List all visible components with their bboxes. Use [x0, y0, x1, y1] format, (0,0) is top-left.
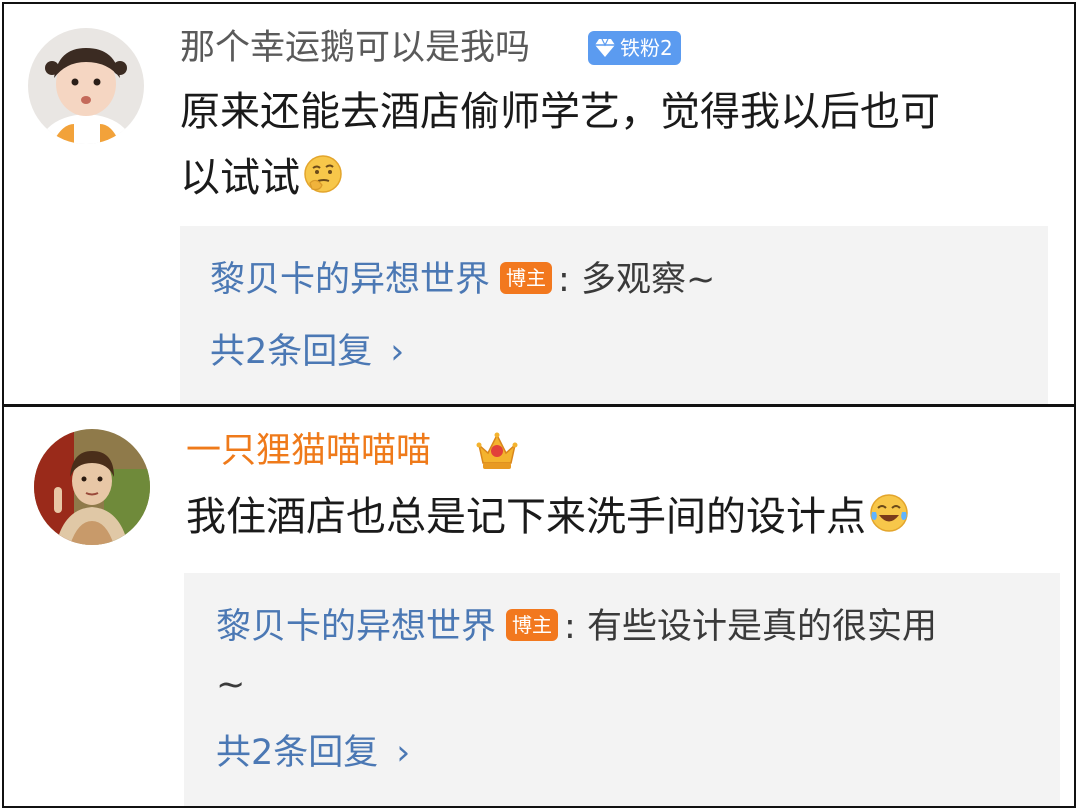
fan-level-badge[interactable]: 铁粉2 — [588, 31, 681, 65]
blogger-badge: 博主 — [500, 262, 553, 294]
chevron-right-icon: › — [390, 332, 405, 372]
reply-count-label: 共2条回复 — [216, 733, 379, 773]
comment-card-1: 那个幸运鹅可以是我吗 铁粉2 原来还能去酒店偷师学艺，觉得我以后也可 以试试 黎… — [2, 2, 1076, 406]
blogger-badge: 博主 — [506, 609, 559, 641]
tears-of-joy-emoji — [868, 491, 910, 552]
reply-preview-box[interactable]: 黎贝卡的异想世界 博主: 多观察~ 共2条回复 › — [180, 226, 1048, 404]
thinking-face-emoji — [302, 152, 344, 213]
diamond-icon — [595, 38, 615, 57]
fan-badge-label: 铁粉2 — [620, 36, 673, 60]
reply-text: 有些设计是真的很实用 — [586, 607, 937, 647]
reply-text-continued: ~ — [216, 665, 246, 705]
reply-author[interactable]: 黎贝卡的异想世界 — [210, 260, 490, 300]
reply-line: 黎贝卡的异想世界 博主: 有些设计是真的很实用 — [216, 603, 937, 651]
reply-text: 多观察~ — [580, 260, 716, 300]
view-replies-link[interactable]: 共2条回复 › — [216, 729, 410, 777]
comment-text-line: 原来还能去酒店偷师学艺，觉得我以后也可 — [180, 89, 940, 135]
avatar-user-2[interactable] — [34, 429, 150, 545]
comment-text-line: 我住酒店也总是记下来洗手间的设计点 — [186, 487, 910, 552]
avatar-user-1[interactable] — [28, 28, 144, 144]
comment-text-tail: 以试试 — [180, 155, 300, 201]
crown-icon[interactable] — [474, 427, 520, 477]
reply-separator: : — [558, 260, 570, 300]
reply-preview-box[interactable]: 黎贝卡的异想世界 博主: 有些设计是真的很实用 ~ 共2条回复 › — [184, 573, 1060, 806]
view-replies-link[interactable]: 共2条回复 › — [210, 328, 404, 376]
chevron-right-icon: › — [396, 733, 411, 773]
reply-author[interactable]: 黎贝卡的异想世界 — [216, 607, 496, 647]
reply-line: 黎贝卡的异想世界 博主: 多观察~ — [210, 256, 715, 304]
username[interactable]: 一只狸猫喵喵喵 — [186, 429, 431, 473]
comment-card-2: 一只狸猫喵喵喵 我住酒店也总是记下来洗手间的设计点 黎贝卡的异想世界 博主: 有… — [2, 405, 1076, 808]
comment-text: 我住酒店也总是记下来洗手间的设计点 — [186, 494, 866, 540]
comment-text-line: 以试试 — [180, 148, 344, 213]
reply-separator: : — [564, 607, 576, 647]
username[interactable]: 那个幸运鹅可以是我吗 — [180, 26, 530, 70]
reply-count-label: 共2条回复 — [210, 332, 373, 372]
